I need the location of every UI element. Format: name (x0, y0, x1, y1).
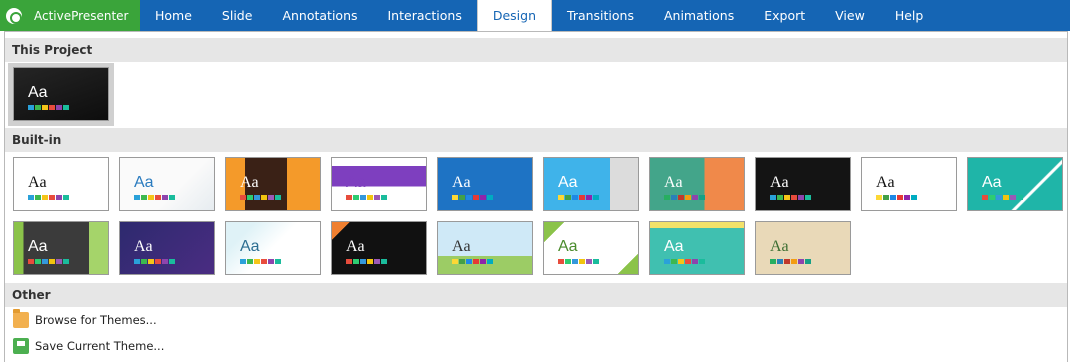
theme-color-swatches (452, 195, 494, 200)
theme-sample-text: Aa (28, 174, 47, 191)
theme-sample-text: Aa (452, 174, 471, 191)
theme-color-swatches (240, 195, 282, 200)
section-this-project: This Project (5, 38, 1067, 62)
save-theme-icon (13, 338, 29, 354)
save-theme-label: Save Current Theme... (35, 339, 165, 353)
section-built-in: Built-in (5, 128, 1067, 152)
folder-open-icon (13, 309, 29, 328)
tab-animations[interactable]: Animations (649, 0, 749, 31)
builtin-theme-thumbnail[interactable]: Aa (13, 157, 109, 211)
theme-color-swatches (134, 259, 176, 264)
theme-sample-text: Aa (28, 84, 48, 101)
theme-sample-text: Aa (770, 174, 789, 191)
tab-export[interactable]: Export (749, 0, 820, 31)
builtin-theme-thumbnail[interactable]: Aa (649, 157, 745, 211)
theme-color-swatches (558, 195, 600, 200)
theme-sample-text: Aa (240, 238, 260, 255)
theme-sample-text: Aa (982, 174, 1002, 191)
tab-slide[interactable]: Slide (207, 0, 268, 31)
app-menu-button[interactable]: ActivePresenter (0, 0, 140, 31)
ribbon-menu-bar: ActivePresenter Home Slide Annotations I… (0, 0, 1070, 31)
theme-color-swatches (28, 105, 70, 110)
builtin-theme-thumbnail[interactable]: Aa (755, 221, 851, 275)
builtin-theme-thumbnail[interactable]: Aa (543, 221, 639, 275)
builtin-theme-thumbnail[interactable]: Aa (543, 157, 639, 211)
theme-color-swatches (452, 259, 494, 264)
theme-sample-text: Aa (558, 174, 578, 191)
builtin-theme-thumbnail[interactable]: Aa (967, 157, 1063, 211)
builtin-theme-thumbnail[interactable]: Aa (119, 221, 215, 275)
builtin-theme-thumbnail[interactable]: Aa (225, 221, 321, 275)
theme-color-swatches (558, 259, 600, 264)
builtin-theme-thumbnail[interactable]: Aa (755, 157, 851, 211)
builtin-theme-thumbnail[interactable]: Aa (119, 157, 215, 211)
builtin-theme-thumbnail[interactable]: Aa (437, 221, 533, 275)
builtin-theme-thumbnail[interactable]: Aa (437, 157, 533, 211)
theme-sample-text: Aa (346, 174, 366, 191)
tab-annotations[interactable]: Annotations (267, 0, 372, 31)
theme-color-swatches (664, 259, 706, 264)
save-theme-item[interactable]: Save Current Theme... (13, 336, 164, 356)
theme-sample-text: Aa (134, 174, 154, 191)
tab-home[interactable]: Home (140, 0, 207, 31)
tab-interactions[interactable]: Interactions (373, 0, 477, 31)
theme-sample-text: Aa (134, 238, 153, 255)
browse-themes-item[interactable]: Browse for Themes... (13, 309, 157, 330)
theme-sample-text: Aa (240, 174, 259, 191)
project-theme-thumbnail[interactable]: Aa (13, 67, 109, 121)
theme-color-swatches (770, 259, 812, 264)
theme-color-swatches (982, 195, 1024, 200)
theme-color-swatches (28, 259, 70, 264)
builtin-theme-thumbnail[interactable]: Aa (331, 157, 427, 211)
app-logo-icon (6, 7, 22, 24)
theme-color-swatches (346, 195, 388, 200)
theme-sample-text: Aa (28, 238, 48, 255)
app-window: ActivePresenter Home Slide Annotations I… (0, 0, 1070, 362)
browse-themes-label: Browse for Themes... (35, 313, 157, 327)
theme-color-swatches (134, 195, 176, 200)
theme-sample-text: Aa (664, 238, 684, 255)
theme-sample-text: Aa (452, 238, 471, 255)
theme-sample-text: Aa (664, 174, 683, 191)
builtin-theme-thumbnail[interactable]: Aa (13, 221, 109, 275)
theme-gallery-dropdown: This Project Built-in Other Browse for T… (4, 31, 1068, 362)
builtin-theme-thumbnail[interactable]: Aa (649, 221, 745, 275)
theme-sample-text: Aa (876, 174, 895, 191)
tab-transitions[interactable]: Transitions (552, 0, 649, 31)
theme-sample-text: Aa (346, 238, 365, 255)
theme-color-swatches (346, 259, 388, 264)
tab-design[interactable]: Design (476, 0, 553, 31)
builtin-theme-thumbnail[interactable]: Aa (861, 157, 957, 211)
theme-color-swatches (770, 195, 812, 200)
theme-sample-text: Aa (558, 238, 578, 255)
builtin-theme-thumbnail[interactable]: Aa (331, 221, 427, 275)
section-other: Other (5, 283, 1067, 307)
theme-color-swatches (664, 195, 706, 200)
theme-color-swatches (876, 195, 918, 200)
theme-color-swatches (28, 195, 70, 200)
tab-view[interactable]: View (820, 0, 880, 31)
tab-help[interactable]: Help (880, 0, 939, 31)
theme-sample-text: Aa (770, 238, 789, 255)
builtin-theme-thumbnail[interactable]: Aa (225, 157, 321, 211)
theme-color-swatches (240, 259, 282, 264)
app-name: ActivePresenter (34, 8, 129, 23)
